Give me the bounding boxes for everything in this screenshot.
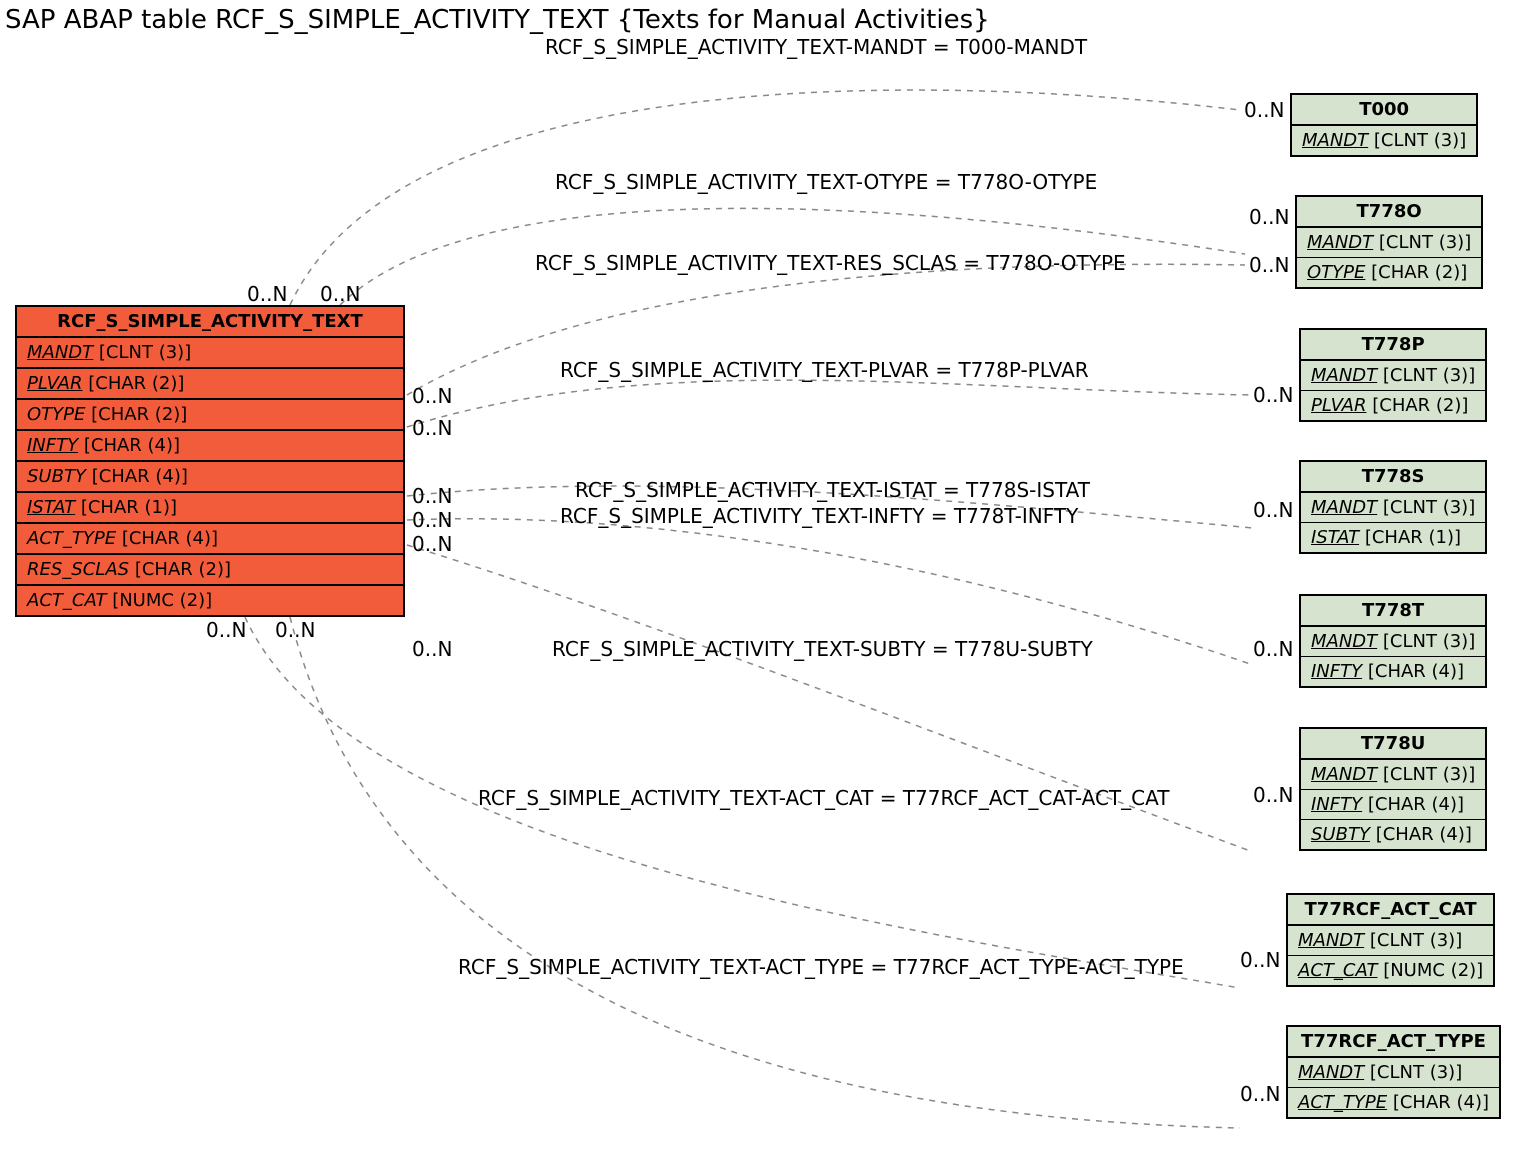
relation-otype: RCF_S_SIMPLE_ACTIVITY_TEXT-OTYPE = T778O… [555, 170, 1097, 194]
field-row: MANDT [CLNT (3)] [1301, 493, 1485, 523]
relation-res-sclas: RCF_S_SIMPLE_ACTIVITY_TEXT-RES_SCLAS = T… [535, 251, 1126, 275]
field-row: ACT_TYPE [CHAR (4)] [17, 524, 403, 555]
table-title: T77RCF_ACT_CAT [1288, 895, 1493, 926]
cardinality: 0..N [320, 282, 360, 306]
cardinality: 0..N [412, 508, 452, 532]
relation-act-cat: RCF_S_SIMPLE_ACTIVITY_TEXT-ACT_CAT = T77… [478, 786, 1169, 810]
field-row: MANDT [CLNT (3)] [1288, 1058, 1499, 1088]
field-row: INFTY [CHAR (4)] [17, 431, 403, 462]
cardinality: 0..N [1253, 637, 1293, 661]
cardinality: 0..N [412, 384, 452, 408]
field-row: MANDT [CLNT (3)] [1301, 361, 1485, 391]
field-row: PLVAR [CHAR (2)] [1301, 391, 1485, 420]
field-row: OTYPE [CHAR (2)] [17, 400, 403, 431]
cardinality: 0..N [275, 618, 315, 642]
cardinality: 0..N [247, 282, 287, 306]
table-title: T778P [1301, 330, 1485, 361]
field-row: MANDT [CLNT (3)] [17, 338, 403, 369]
cardinality: 0..N [412, 484, 452, 508]
field-row: MANDT [CLNT (3)] [1297, 228, 1481, 258]
field-row: ACT_CAT [NUMC (2)] [17, 586, 403, 615]
field-row: SUBTY [CHAR (4)] [17, 462, 403, 493]
page-title: SAP ABAP table RCF_S_SIMPLE_ACTIVITY_TEX… [5, 5, 990, 35]
field-row: OTYPE [CHAR (2)] [1297, 258, 1481, 287]
cardinality: 0..N [1249, 205, 1289, 229]
cardinality: 0..N [1253, 783, 1293, 807]
table-title: T778T [1301, 596, 1485, 627]
table-title: T77RCF_ACT_TYPE [1288, 1027, 1499, 1058]
relation-infty: RCF_S_SIMPLE_ACTIVITY_TEXT-INFTY = T778T… [560, 504, 1078, 528]
field-row: ISTAT [CHAR (1)] [1301, 523, 1485, 552]
relation-act-type: RCF_S_SIMPLE_ACTIVITY_TEXT-ACT_TYPE = T7… [458, 955, 1184, 979]
field-row: MANDT [CLNT (3)] [1292, 126, 1476, 155]
cardinality: 0..N [412, 637, 452, 661]
table-title: T778U [1301, 729, 1485, 760]
table-t77rcf-act-type: T77RCF_ACT_TYPE MANDT [CLNT (3)] ACT_TYP… [1286, 1025, 1501, 1119]
field-row: ACT_TYPE [CHAR (4)] [1288, 1088, 1499, 1117]
relation-mandt: RCF_S_SIMPLE_ACTIVITY_TEXT-MANDT = T000-… [545, 35, 1087, 59]
table-title: T778O [1297, 197, 1481, 228]
cardinality: 0..N [206, 618, 246, 642]
cardinality: 0..N [1249, 253, 1289, 277]
field-row: INFTY [CHAR (4)] [1301, 790, 1485, 820]
table-main: RCF_S_SIMPLE_ACTIVITY_TEXT MANDT [CLNT (… [15, 305, 405, 617]
field-row: PLVAR [CHAR (2)] [17, 369, 403, 400]
cardinality: 0..N [1240, 1082, 1280, 1106]
table-t778t: T778T MANDT [CLNT (3)] INFTY [CHAR (4)] [1299, 594, 1487, 688]
cardinality: 0..N [412, 416, 452, 440]
table-t778s: T778S MANDT [CLNT (3)] ISTAT [CHAR (1)] [1299, 460, 1487, 554]
table-t000: T000 MANDT [CLNT (3)] [1290, 93, 1478, 157]
table-main-title: RCF_S_SIMPLE_ACTIVITY_TEXT [17, 307, 403, 338]
cardinality: 0..N [1253, 498, 1293, 522]
field-row: ACT_CAT [NUMC (2)] [1288, 956, 1493, 985]
table-title: T778S [1301, 462, 1485, 493]
cardinality: 0..N [1253, 383, 1293, 407]
table-t77rcf-act-cat: T77RCF_ACT_CAT MANDT [CLNT (3)] ACT_CAT … [1286, 893, 1495, 987]
field-row: MANDT [CLNT (3)] [1288, 926, 1493, 956]
relation-subty: RCF_S_SIMPLE_ACTIVITY_TEXT-SUBTY = T778U… [552, 637, 1093, 661]
cardinality: 0..N [1244, 98, 1284, 122]
table-t778u: T778U MANDT [CLNT (3)] INFTY [CHAR (4)] … [1299, 727, 1487, 851]
cardinality: 0..N [1240, 948, 1280, 972]
table-t778p: T778P MANDT [CLNT (3)] PLVAR [CHAR (2)] [1299, 328, 1487, 422]
relation-istat: RCF_S_SIMPLE_ACTIVITY_TEXT-ISTAT = T778S… [575, 478, 1090, 502]
table-title: T000 [1292, 95, 1476, 126]
field-row: RES_SCLAS [CHAR (2)] [17, 555, 403, 586]
field-row: MANDT [CLNT (3)] [1301, 627, 1485, 657]
field-row: MANDT [CLNT (3)] [1301, 760, 1485, 790]
relation-plvar: RCF_S_SIMPLE_ACTIVITY_TEXT-PLVAR = T778P… [560, 358, 1089, 382]
field-row: INFTY [CHAR (4)] [1301, 657, 1485, 686]
table-t778o: T778O MANDT [CLNT (3)] OTYPE [CHAR (2)] [1295, 195, 1483, 289]
cardinality: 0..N [412, 532, 452, 556]
field-row: SUBTY [CHAR (4)] [1301, 820, 1485, 849]
field-row: ISTAT [CHAR (1)] [17, 493, 403, 524]
